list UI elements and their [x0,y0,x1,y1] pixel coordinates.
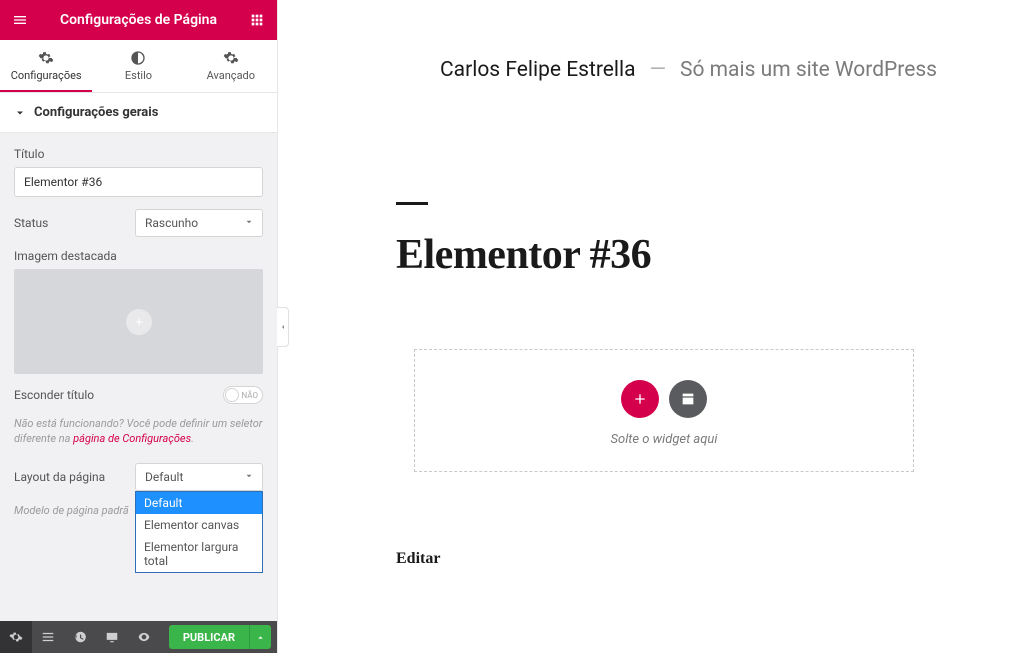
hide-title-label: Esconder título [14,388,94,402]
apps-grid-icon[interactable] [247,10,267,30]
sidebar-header: Configurações de Página [0,0,277,40]
page-layout-label: Layout da página [14,470,105,484]
featured-image-upload[interactable] [14,269,263,374]
publish-button[interactable]: PUBLICAR [169,625,249,649]
edit-link[interactable]: Editar [396,550,996,568]
responsive-icon[interactable] [96,621,128,653]
hide-title-toggle[interactable]: NÃO [223,386,263,404]
site-tagline: Só mais um site WordPress [680,58,937,82]
controls-panel: Título Status Rascunho Imagem destacada … [0,133,277,621]
collapse-sidebar-button[interactable] [277,307,289,347]
sidebar-footer: PUBLICAR [0,621,277,653]
tab-label: Avançado [207,69,255,82]
layout-option-canvas[interactable]: Elementor canvas [136,514,262,536]
contrast-icon [130,50,146,66]
layout-option-default[interactable]: Default [136,492,262,514]
title-input[interactable] [14,167,263,197]
sidebar-title: Configurações de Página [30,12,247,28]
page-layout-select[interactable]: Default [135,463,263,491]
section-title: Configurações gerais [34,105,158,120]
site-title[interactable]: Carlos Felipe Estrella [440,58,636,82]
status-value: Rascunho [145,216,198,230]
tab-label: Estilo [125,69,152,82]
page-layout-dropdown: Default Elementor canvas Elementor largu… [135,491,263,573]
settings-page-link[interactable]: página de Configurações [73,432,191,445]
separator: — [650,58,666,82]
gear-icon [223,50,239,66]
page-layout-value: Default [145,470,183,484]
featured-image-label: Imagem destacada [14,249,263,263]
history-icon[interactable] [64,621,96,653]
gear-icon [38,50,54,66]
settings-tabs: Configurações Estilo Avançado [0,40,277,93]
page-heading: Elementor #36 [396,231,996,279]
status-select[interactable]: Rascunho [135,209,263,237]
hide-title-hint: Não está funcionando? Você pode definir … [14,416,263,447]
tab-advanced[interactable]: Avançado [185,40,277,92]
status-label: Status [14,216,48,230]
chevron-down-icon [244,470,254,484]
section-general-settings[interactable]: Configurações gerais [0,93,277,133]
title-label: Título [14,147,263,161]
heading-rule [396,202,428,205]
dropzone-text: Solte o widget aqui [415,432,913,447]
publish-options-button[interactable] [249,625,271,649]
preview-icon[interactable] [128,621,160,653]
page-content: Elementor #36 Solte o widget aqui Editar [396,82,996,568]
layout-option-fullwidth[interactable]: Elementor largura total [136,536,262,572]
menu-icon[interactable] [10,10,30,30]
add-section-button[interactable] [621,380,659,418]
plus-icon [126,309,152,335]
tab-settings[interactable]: Configurações [0,40,92,92]
editor-canvas: Carlos Felipe Estrella — Só mais um site… [278,0,1024,653]
elementor-sidebar: Configurações de Página Configurações Es… [0,0,278,653]
add-template-button[interactable] [669,380,707,418]
widget-dropzone[interactable]: Solte o widget aqui [414,349,914,472]
site-header: Carlos Felipe Estrella — Só mais um site… [278,0,1024,82]
tab-style[interactable]: Estilo [92,40,184,92]
chevron-down-icon [244,216,254,230]
page-settings-icon[interactable] [0,621,32,653]
tab-label: Configurações [11,69,82,82]
navigator-icon[interactable] [32,621,64,653]
